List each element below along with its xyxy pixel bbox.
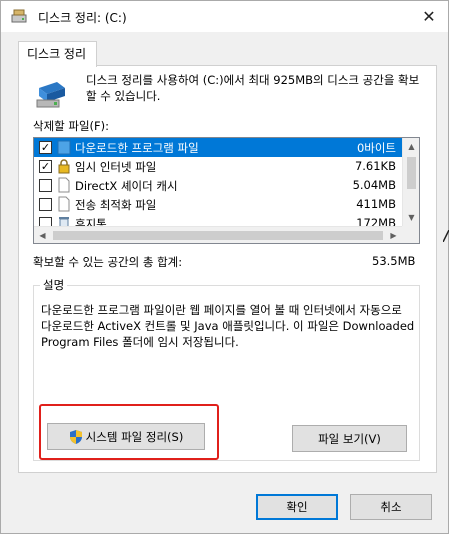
scroll-down-icon[interactable]: ▼ [403,209,419,226]
folder-icon [57,140,71,155]
vertical-scrollbar[interactable]: ▲ ▼ [402,138,419,226]
close-icon[interactable]: ✕ [418,5,440,27]
list-item-name: 전송 최적화 파일 [75,198,157,212]
list-item-recycle-bin[interactable]: 휴지통 172MB [34,214,402,226]
file-icon [58,177,70,193]
background-window-edge [443,230,449,242]
list-item-size: 0바이트 [356,141,396,155]
list-item-size: 172MB [356,216,396,226]
hard-drive-icon [36,82,65,108]
scroll-left-icon[interactable]: ◀ [34,227,51,243]
title-bar[interactable]: 디스크 정리: (C:) ✕ [1,1,448,32]
vertical-scroll-thumb[interactable] [407,157,416,189]
list-item-size: 411MB [356,197,396,211]
list-item-size: 5.04MB [352,178,396,192]
disk-cleanup-window: 디스크 정리: (C:) ✕ 디스크 정리 디스크 정리를 사용하여 (C:)에… [0,0,449,534]
list-item-size: 7.61KB [354,159,396,173]
checkbox-downloaded-program-files[interactable]: ✓ [39,141,52,154]
scrollbar-corner [402,226,419,243]
horizontal-scroll-thumb[interactable] [53,231,383,240]
lock-icon [58,159,70,174]
horizontal-scrollbar[interactable]: ◀ ▶ [34,226,419,243]
list-item-name: DirectX 셰이더 캐시 [75,179,178,193]
description-text: 다운로드한 프로그램 파일이란 웹 페이지를 열어 볼 때 인터넷에서 자동으로… [41,303,415,349]
list-item-name: 휴지통 [75,217,107,226]
intro-text: 디스크 정리를 사용하여 (C:)에서 최대 925MB의 디스크 공간을 확보… [86,73,420,103]
file-list-rows: ✓ 다운로드한 프로그램 파일 0바이트 ✓ 임시 인터넷 파일 7.61KB [34,138,402,226]
file-icon [58,196,70,212]
checkbox-delivery-optimization-files[interactable] [39,198,52,211]
tab-disk-cleanup[interactable]: 디스크 정리 [18,41,97,67]
files-to-delete-label: 삭제할 파일(F): [33,119,110,133]
files-to-delete-list[interactable]: ✓ 다운로드한 프로그램 파일 0바이트 ✓ 임시 인터넷 파일 7.61KB [33,137,420,244]
list-item-downloaded-program-files[interactable]: ✓ 다운로드한 프로그램 파일 0바이트 [34,138,402,157]
disk-cleanup-app-icon [11,9,27,23]
scroll-right-icon[interactable]: ▶ [385,227,402,243]
list-item-delivery-optimization-files[interactable]: 전송 최적화 파일 411MB [34,195,402,214]
list-item-directx-shader-cache[interactable]: DirectX 셰이더 캐시 5.04MB [34,176,402,195]
window-title: 디스크 정리: (C:) [38,11,127,25]
checkbox-directx-shader-cache[interactable] [39,179,52,192]
total-space-value: 53.5MB [372,254,416,268]
total-space-label: 확보할 수 있는 공간의 총 합계: [33,255,183,269]
list-item-temporary-internet-files[interactable]: ✓ 임시 인터넷 파일 7.61KB [34,157,402,176]
checkbox-recycle-bin[interactable] [39,217,52,226]
scroll-up-icon[interactable]: ▲ [403,138,419,155]
recycle-bin-icon [59,217,69,226]
cancel-button[interactable]: 취소 [350,494,432,520]
list-item-name: 다운로드한 프로그램 파일 [75,141,199,155]
tab-strip: 디스크 정리 [1,32,448,67]
ok-button[interactable]: 확인 [256,494,338,520]
highlight-annotation-box [39,404,219,460]
list-item-name: 임시 인터넷 파일 [75,160,157,174]
view-files-button[interactable]: 파일 보기(V) [292,425,407,452]
checkbox-temporary-internet-files[interactable]: ✓ [39,160,52,173]
description-title: 설명 [40,277,68,293]
